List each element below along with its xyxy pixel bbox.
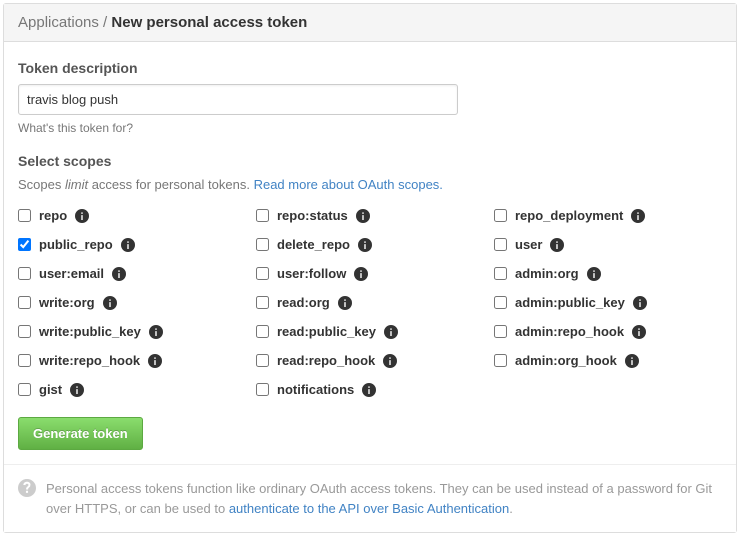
panel-body: Token description What's this token for?… <box>4 42 736 464</box>
scope-checkbox[interactable] <box>256 238 269 251</box>
scope-item-write-public-key[interactable]: write:public_key <box>18 324 246 339</box>
description-help: What's this token for? <box>18 121 722 135</box>
scope-label: admin:org <box>515 266 579 281</box>
scope-checkbox[interactable] <box>494 354 507 367</box>
scope-item-admin-org[interactable]: admin:org <box>494 266 722 281</box>
scope-checkbox[interactable] <box>18 209 31 222</box>
scope-label: repo <box>39 208 67 223</box>
scope-checkbox[interactable] <box>494 238 507 251</box>
footer-note: Personal access tokens function like ord… <box>4 464 736 532</box>
scope-label: write:org <box>39 295 95 310</box>
oauth-scopes-link[interactable]: Read more about OAuth scopes. <box>254 177 443 192</box>
scope-label: read:org <box>277 295 330 310</box>
info-icon[interactable] <box>383 354 397 368</box>
scope-label: admin:repo_hook <box>515 324 624 339</box>
scope-item-repo-deployment[interactable]: repo_deployment <box>494 208 722 223</box>
scope-checkbox[interactable] <box>18 296 31 309</box>
scope-checkbox[interactable] <box>494 209 507 222</box>
scope-label: user:email <box>39 266 104 281</box>
info-icon[interactable] <box>148 354 162 368</box>
scope-label: admin:public_key <box>515 295 625 310</box>
info-icon[interactable] <box>354 267 368 281</box>
info-icon[interactable] <box>338 296 352 310</box>
scope-checkbox[interactable] <box>256 209 269 222</box>
info-icon[interactable] <box>75 209 89 223</box>
scope-item-read-public-key[interactable]: read:public_key <box>256 324 484 339</box>
scope-checkbox[interactable] <box>256 354 269 367</box>
info-icon[interactable] <box>625 354 639 368</box>
scope-label: read:public_key <box>277 324 376 339</box>
question-icon[interactable] <box>18 479 36 518</box>
scope-item-write-org[interactable]: write:org <box>18 295 246 310</box>
description-label: Token description <box>18 60 722 76</box>
token-panel: Applications / New personal access token… <box>3 3 737 533</box>
scope-label: notifications <box>277 382 354 397</box>
scopes-label: Select scopes <box>18 153 722 169</box>
scope-checkbox[interactable] <box>256 383 269 396</box>
info-icon[interactable] <box>149 325 163 339</box>
scope-item-read-org[interactable]: read:org <box>256 295 484 310</box>
scope-label: read:repo_hook <box>277 353 375 368</box>
description-input[interactable] <box>18 84 458 115</box>
scope-checkbox[interactable] <box>256 296 269 309</box>
scope-checkbox[interactable] <box>18 354 31 367</box>
generate-token-button[interactable]: Generate token <box>18 417 143 450</box>
scope-label: user <box>515 237 542 252</box>
scope-label: public_repo <box>39 237 113 252</box>
scope-item-public-repo[interactable]: public_repo <box>18 237 246 252</box>
info-icon[interactable] <box>633 296 647 310</box>
scope-item-write-repo-hook[interactable]: write:repo_hook <box>18 353 246 368</box>
scope-item-user-email[interactable]: user:email <box>18 266 246 281</box>
scope-checkbox[interactable] <box>18 383 31 396</box>
scope-label: write:repo_hook <box>39 353 140 368</box>
scope-checkbox[interactable] <box>494 325 507 338</box>
info-icon[interactable] <box>121 238 135 252</box>
scope-item-gist[interactable]: gist <box>18 382 246 397</box>
scope-item-repo-status[interactable]: repo:status <box>256 208 484 223</box>
scope-label: delete_repo <box>277 237 350 252</box>
info-icon[interactable] <box>632 325 646 339</box>
scope-checkbox[interactable] <box>494 296 507 309</box>
scope-checkbox[interactable] <box>256 325 269 338</box>
scope-label: repo_deployment <box>515 208 623 223</box>
info-icon[interactable] <box>112 267 126 281</box>
basic-auth-link[interactable]: authenticate to the API over Basic Authe… <box>229 501 509 516</box>
scope-item-admin-public-key[interactable]: admin:public_key <box>494 295 722 310</box>
scope-item-notifications[interactable]: notifications <box>256 382 484 397</box>
info-icon[interactable] <box>356 209 370 223</box>
scopes-description: Scopes limit access for personal tokens.… <box>18 177 722 192</box>
info-icon[interactable] <box>362 383 376 397</box>
scope-label: user:follow <box>277 266 346 281</box>
info-icon[interactable] <box>384 325 398 339</box>
scope-item-repo[interactable]: repo <box>18 208 246 223</box>
info-icon[interactable] <box>358 238 372 252</box>
info-icon[interactable] <box>70 383 84 397</box>
scope-item-delete-repo[interactable]: delete_repo <box>256 237 484 252</box>
page-title: New personal access token <box>111 14 307 31</box>
scope-item-read-repo-hook[interactable]: read:repo_hook <box>256 353 484 368</box>
scope-checkbox[interactable] <box>256 267 269 280</box>
scope-item-admin-repo-hook[interactable]: admin:repo_hook <box>494 324 722 339</box>
panel-header: Applications / New personal access token <box>4 4 736 42</box>
scope-label: gist <box>39 382 62 397</box>
scope-checkbox[interactable] <box>18 325 31 338</box>
info-icon[interactable] <box>587 267 601 281</box>
footer-text: Personal access tokens function like ord… <box>46 479 722 518</box>
scope-label: admin:org_hook <box>515 353 617 368</box>
info-icon[interactable] <box>103 296 117 310</box>
scope-item-user[interactable]: user <box>494 237 722 252</box>
info-icon[interactable] <box>550 238 564 252</box>
info-icon[interactable] <box>631 209 645 223</box>
scope-label: repo:status <box>277 208 348 223</box>
breadcrumb: Applications / <box>18 14 107 31</box>
scope-label: write:public_key <box>39 324 141 339</box>
scope-checkbox[interactable] <box>18 267 31 280</box>
scope-item-admin-org-hook[interactable]: admin:org_hook <box>494 353 722 368</box>
scopes-grid: repo repo:status repo_deployment public_rep… <box>18 208 722 397</box>
scope-checkbox[interactable] <box>494 267 507 280</box>
scope-item-user-follow[interactable]: user:follow <box>256 266 484 281</box>
scope-checkbox[interactable] <box>18 238 31 251</box>
